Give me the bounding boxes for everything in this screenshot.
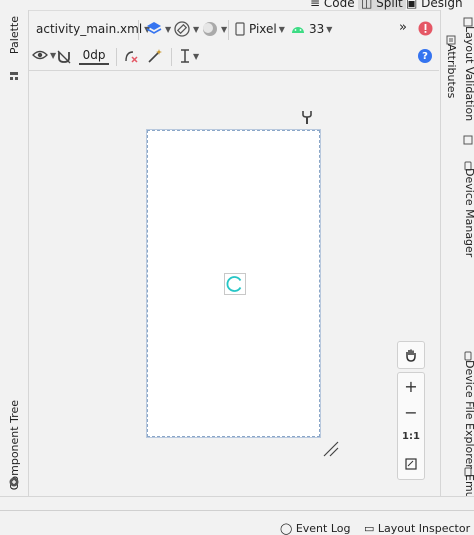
phone-icon [235,22,245,36]
chevron-down-icon: ▼ [326,24,333,34]
design-mode-button[interactable]: ▣ Design [406,0,463,10]
view-mode-bar: ≡ Code ◫ Split ▣ Design [0,0,474,11]
code-icon: ≡ [310,0,324,10]
view-options-button[interactable]: ▼ [32,49,56,61]
chevron-down-icon: ▼ [165,24,172,34]
help-button[interactable]: ? [418,49,432,63]
more-actions-button[interactable]: » [399,20,407,35]
help-icon: ? [418,49,432,63]
layers-icon [146,22,162,34]
zoom-out-button[interactable]: − [398,403,424,422]
pan-mode-button[interactable] [397,341,425,369]
orientation-button[interactable]: ▼ [173,20,199,38]
design-blueprint-toggle[interactable]: ▼ [145,20,171,38]
status-bar: ◯ Event Log ▭ Layout Inspector [0,510,474,535]
bottom-panel-strip [0,496,474,511]
chevron-down-icon: ▼ [193,24,200,34]
clear-constraints-button[interactable] [123,48,139,64]
palette-tab[interactable]: Palette [8,16,21,54]
guidelines-button[interactable]: ▼ [179,48,199,64]
progress-spinner-icon [226,276,242,292]
constraint-toolbar: ▼ 0dp ▼ ? [29,44,439,71]
infer-constraints-button[interactable] [147,48,163,64]
right-tool-stripe: Attributes Layout Validation Device Mana… [440,10,474,524]
zoom-to-fit-button[interactable] [398,455,424,474]
component-tree-icon [9,472,19,487]
left-tool-stripe: Palette Component Tree [0,10,29,510]
event-log-tab[interactable]: ◯ Event Log [280,522,350,535]
theme-icon [203,22,217,36]
event-log-icon: ◯ [280,522,296,535]
issues-button[interactable] [418,21,433,36]
hand-icon [406,349,416,362]
android-icon [292,27,304,33]
zoom-in-button[interactable]: + [398,377,424,396]
resize-handle-icon[interactable] [322,440,340,462]
text-cursor-icon [181,49,189,63]
magic-wand-icon [148,49,162,63]
chevron-down-icon: ▼ [221,24,228,34]
magnet-off-icon [57,50,71,64]
device-file-explorer-tab[interactable]: Device File Explorer [463,360,474,469]
error-icon [418,21,433,36]
night-mode-button[interactable]: ▼ [201,20,227,38]
clear-constraints-icon [125,51,138,63]
eye-icon [32,50,48,60]
design-icon: ▣ [406,0,422,10]
autoconnect-toggle[interactable] [56,49,72,65]
split-icon: ◫ [361,0,377,10]
chevron-down-icon: ▼ [193,51,200,61]
wrench-icon[interactable] [301,109,313,128]
layout-validation-icon-2 [463,130,473,149]
palette-icon [9,66,19,80]
chevron-down-icon: ▼ [278,24,285,34]
attributes-tab[interactable]: Attributes [445,44,458,98]
zoom-controls: + − 1:1 [397,372,425,480]
rotate-icon [174,21,190,37]
layout-inspector-tab[interactable]: ▭ Layout Inspector [364,522,470,535]
default-margin-selector[interactable]: 0dp [79,47,109,65]
api-level-selector[interactable]: 33 ▼ [291,22,332,36]
layout-validation-tab[interactable]: Layout Validation [463,26,474,121]
split-mode-button[interactable]: ◫ Split [358,0,406,10]
device-manager-tab[interactable]: Device Manager [463,168,474,257]
device-selector[interactable]: Pixel ▼ [235,22,285,36]
file-selector[interactable]: activity_main.xml ▼ [36,22,150,36]
design-toolbar: activity_main.xml ▼ ▼ ▼ ▼ Pixel ▼ 33 ▼ » [29,16,439,44]
fit-screen-icon [405,458,417,470]
zoom-actual-size-button[interactable]: 1:1 [398,431,424,442]
layout-inspector-icon: ▭ [364,522,378,535]
code-mode-button[interactable]: ≡ Code [310,0,355,10]
progress-bar-widget[interactable] [224,273,246,295]
